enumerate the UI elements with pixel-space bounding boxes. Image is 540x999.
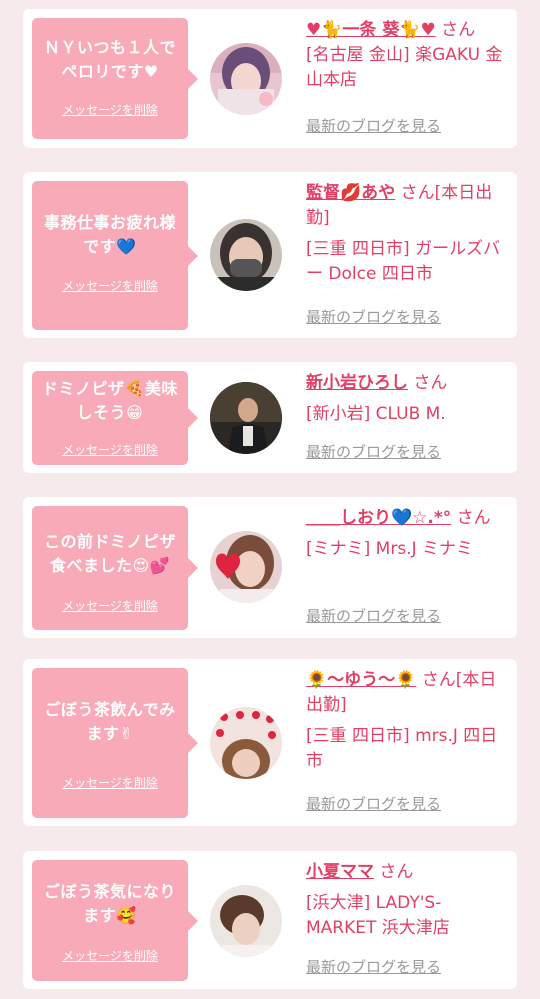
avatar[interactable] [210,531,282,603]
comment-card: ＮＹいつも１人で ペロリです♥ メッセージを削除 ♥🐈一条 葵🐈♥ さん [名古… [23,9,517,148]
comment-card: ドミノピザ🍕美味 しそう😁 メッセージを削除 新小岩ひろし さん [新小岩] C… [23,362,517,473]
avatar[interactable] [210,382,282,454]
message-text: ごぼう茶飲んでみ ます✌ [44,700,176,743]
sender-name-link[interactable]: 新小岩ひろし [306,373,408,393]
delete-message-link[interactable]: メッセージを削除 [32,102,188,118]
sender-name-suffix: さん [379,862,414,882]
latest-blog-link[interactable]: 最新のブログを見る [306,794,441,814]
shop-info: [三重 四日市] mrs.J 四日市 [306,726,498,771]
sender-name-link[interactable]: ＿＿しおり💙☆.*° [306,508,451,528]
message-text: ＮＹいつも１人で ペロリです♥ [43,38,176,81]
sender-info: 監督💋あや さん[本日出勤] [三重 四日市] ガールズバー Dolce 四日市 [306,181,511,287]
avatar[interactable] [210,707,282,779]
sender-name-link[interactable]: 小夏ママ [306,862,374,882]
message-text: ドミノピザ🍕美味 しそう😁 [42,379,178,422]
shop-info: [浜大津] LADY'S-MARKET 浜大津店 [306,893,450,938]
shop-info: [名古屋 金山] 楽GAKU 金山本店 [306,45,503,90]
avatar[interactable] [210,43,282,115]
sender-info: ♥🐈一条 葵🐈♥ さん [名古屋 金山] 楽GAKU 金山本店 [306,18,511,93]
sender-name-suffix: さん [441,20,476,40]
latest-blog-link[interactable]: 最新のブログを見る [306,957,441,977]
message-bubble: この前ドミノピザ 食べました😍💕 メッセージを削除 [32,506,198,630]
comment-card: 事務仕事お疲れ様 です💙 メッセージを削除 監督💋あや さん[本日出勤] [三重… [23,172,517,338]
sender-info: 🌻〜ゆう〜🌻 さん[本日出勤] [三重 四日市] mrs.J 四日市 [306,668,511,774]
avatar[interactable] [210,885,282,957]
latest-blog-link[interactable]: 最新のブログを見る [306,606,441,626]
message-text: 事務仕事お疲れ様 です💙 [43,213,176,256]
delete-message-link[interactable]: メッセージを削除 [32,775,188,791]
avatar[interactable] [210,219,282,291]
delete-message-link[interactable]: メッセージを削除 [32,442,188,458]
shop-info: [三重 四日市] ガールズバー Dolce 四日市 [306,239,501,284]
sender-name-suffix: さん [413,373,448,393]
latest-blog-link[interactable]: 最新のブログを見る [306,307,441,327]
shop-info: [新小岩] CLUB M. [306,404,446,424]
latest-blog-link[interactable]: 最新のブログを見る [306,442,441,462]
sender-name-link[interactable]: 監督💋あや [306,183,395,203]
comment-card: この前ドミノピザ 食べました😍💕 メッセージを削除 ＿＿しおり💙☆.*° さん … [23,497,517,638]
shop-info: [ミナミ] Mrs.J ミナミ [306,539,474,559]
delete-message-link[interactable]: メッセージを削除 [32,948,188,964]
delete-message-link[interactable]: メッセージを削除 [32,598,188,614]
message-bubble: ドミノピザ🍕美味 しそう😁 メッセージを削除 [32,371,198,465]
message-bubble: ＮＹいつも１人で ペロリです♥ メッセージを削除 [32,18,198,139]
delete-message-link[interactable]: メッセージを削除 [32,278,188,294]
sender-name-link[interactable]: ♥🐈一条 葵🐈♥ [306,20,436,40]
sender-name-suffix: さん [456,508,491,528]
message-bubble: ごぼう茶気になり ます🥰 メッセージを削除 [32,860,198,981]
message-text: ごぼう茶気になり ます🥰 [43,882,176,925]
sender-info: 小夏ママ さん [浜大津] LADY'S-MARKET 浜大津店 [306,860,511,941]
latest-blog-link[interactable]: 最新のブログを見る [306,116,441,136]
message-bubble: ごぼう茶飲んでみ ます✌ メッセージを削除 [32,668,198,818]
message-bubble: 事務仕事お疲れ様 です💙 メッセージを削除 [32,181,198,330]
blog-comment-list: ＮＹいつも１人で ペロリです♥ メッセージを削除 ♥🐈一条 葵🐈♥ さん [名古… [0,0,540,999]
sender-info: ＿＿しおり💙☆.*° さん [ミナミ] Mrs.J ミナミ [306,506,511,562]
message-text: この前ドミノピザ 食べました😍💕 [43,532,176,575]
comment-card: ごぼう茶飲んでみ ます✌ メッセージを削除 🌻〜ゆう〜🌻 さん[本日出勤] [三… [23,659,517,826]
sender-info: 新小岩ひろし さん [新小岩] CLUB M. [306,371,511,427]
sender-name-link[interactable]: 🌻〜ゆう〜🌻 [306,670,416,690]
comment-card: ごぼう茶気になり ます🥰 メッセージを削除 小夏ママ さん [浜大津] LADY… [23,851,517,989]
